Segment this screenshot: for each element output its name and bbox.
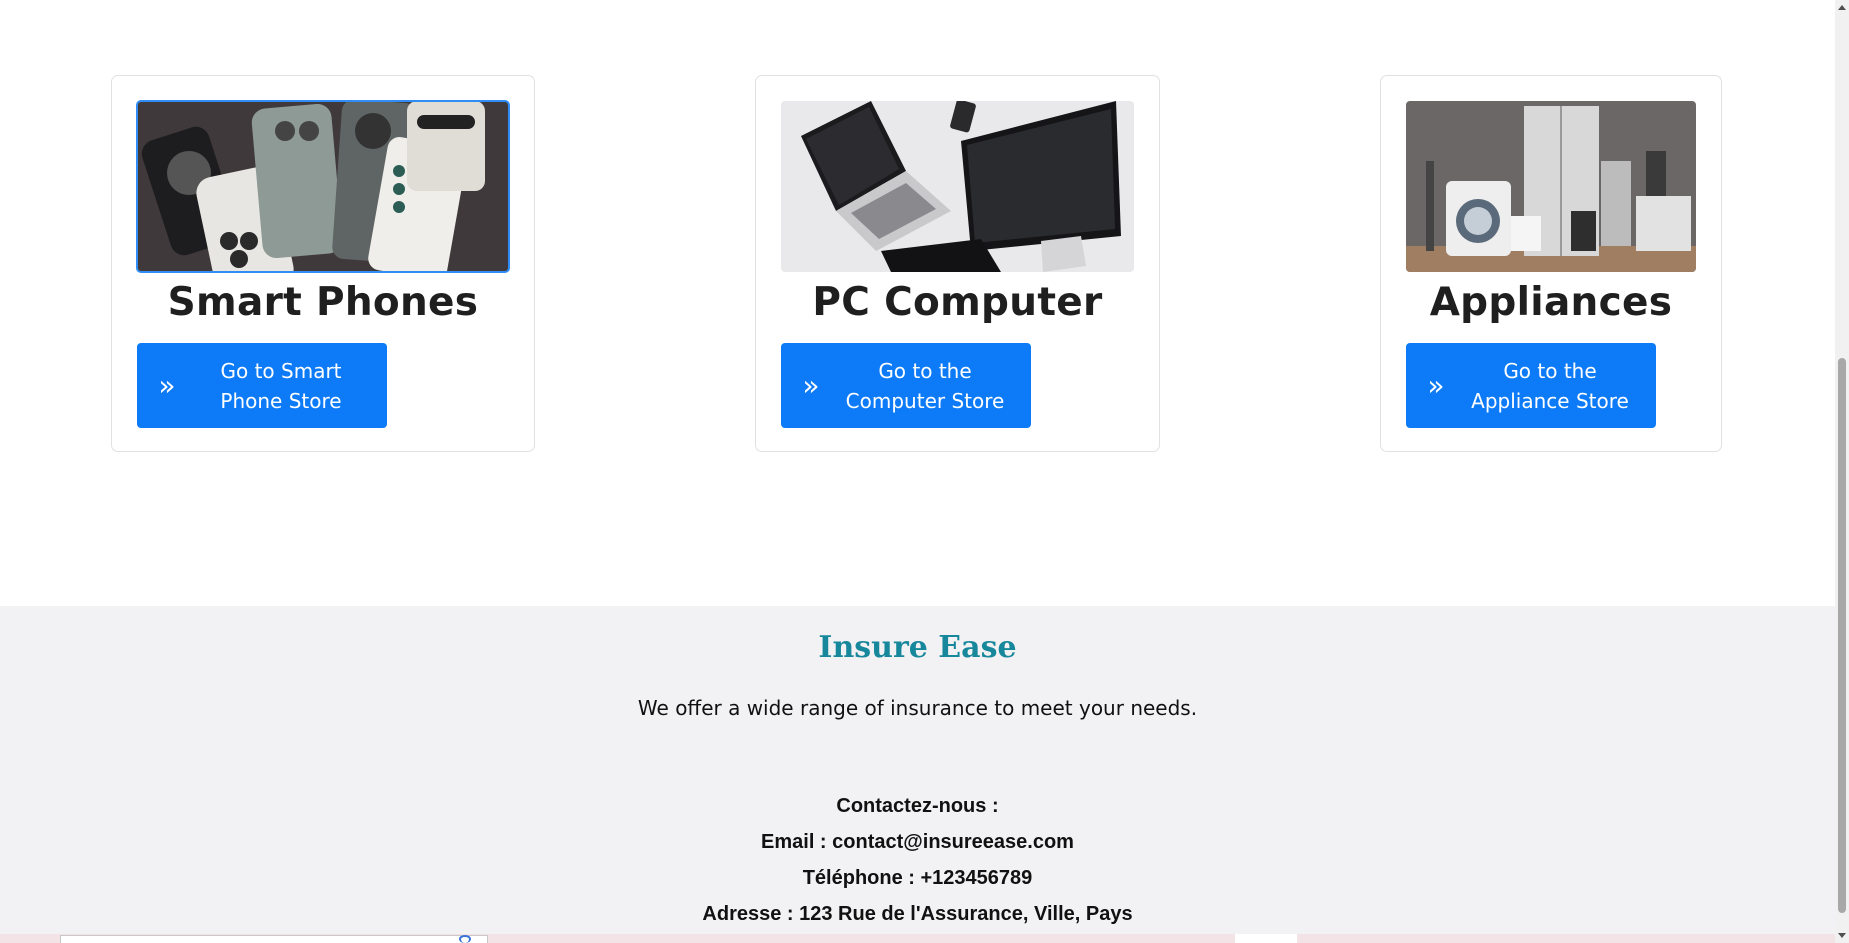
smart-phone-store-button[interactable]: » Go to Smart Phone Store	[137, 343, 387, 428]
pc-computer-image[interactable]	[781, 101, 1134, 272]
bottom-bar-segment	[1235, 934, 1297, 943]
contact-phone: Téléphone : +123456789	[802, 867, 1033, 889]
bottom-search-box[interactable]	[60, 935, 488, 943]
card-title-pc-computer: PC Computer	[812, 280, 1103, 325]
store-button-label: Go to the Appliance Store	[1471, 358, 1629, 413]
card-title-smart-phones: Smart Phones	[167, 280, 479, 325]
double-chevron-right-icon: »	[802, 368, 820, 402]
card-smart-phones: Smart Phones » Go to Smart Phone Store	[111, 75, 535, 452]
card-appliances: Appliances » Go to the Appliance Store	[1380, 75, 1722, 452]
appliance-store-button[interactable]: » Go to the Appliance Store	[1406, 343, 1656, 428]
appliances-image[interactable]	[1406, 101, 1696, 272]
scrollbar-thumb[interactable]	[1838, 358, 1846, 913]
site-footer: Insure Ease We offer a wide range of ins…	[0, 606, 1835, 943]
store-button-label: Go to the Computer Store	[845, 358, 1005, 413]
store-button-label: Go to Smart Phone Store	[220, 358, 342, 413]
card-pc-computer: PC Computer » Go to the Computer Store	[755, 75, 1160, 452]
footer-brand: Insure Ease	[818, 630, 1017, 665]
scroll-down-arrow-icon[interactable]	[1838, 933, 1846, 938]
double-chevron-right-icon: »	[158, 368, 176, 402]
search-icon	[459, 935, 471, 943]
smart-phones-image[interactable]	[136, 100, 510, 273]
card-title-appliances: Appliances	[1429, 280, 1673, 325]
contact-heading: Contactez-nous :	[836, 795, 999, 817]
contact-email: Email : contact@insureease.com	[761, 831, 1074, 853]
double-chevron-right-icon: »	[1427, 368, 1445, 402]
computer-store-button[interactable]: » Go to the Computer Store	[781, 343, 1031, 428]
scroll-up-arrow-icon[interactable]	[1838, 5, 1846, 10]
contact-address: Adresse : 123 Rue de l'Assurance, Ville,…	[702, 903, 1133, 925]
footer-tagline: We offer a wide range of insurance to me…	[637, 696, 1198, 720]
vertical-scrollbar[interactable]	[1835, 0, 1849, 943]
